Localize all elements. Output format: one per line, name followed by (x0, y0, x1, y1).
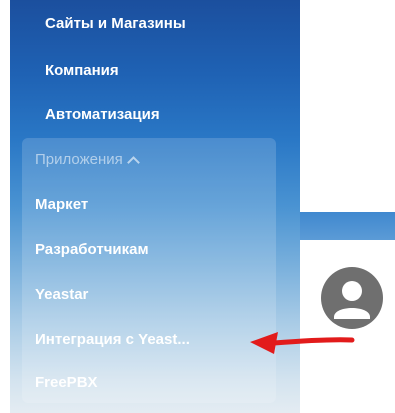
screenshot: Сайты и Магазины Компания Автоматизация … (0, 0, 395, 413)
chevron-up-icon (126, 155, 140, 169)
sidebar-item-label: Маркет (35, 196, 89, 213)
sidebar-item-label: Разработчикам (35, 241, 149, 258)
sidebar-item-automation[interactable]: Автоматизация (45, 105, 160, 125)
header-bar-fragment (300, 212, 395, 240)
sidebar-item-developers[interactable]: Разработчикам (35, 240, 149, 260)
sidebar-item-label: FreePBX (35, 374, 98, 391)
sidebar-group-label: Приложения (35, 151, 123, 168)
sidebar-item-market[interactable]: Маркет (35, 195, 88, 215)
sidebar-group-toggle-applications[interactable]: Приложения (35, 150, 140, 170)
sidebar-item-label: Сайты и Магазины (45, 15, 186, 32)
sidebar-item-company[interactable]: Компания (45, 61, 119, 81)
sidebar-item-yeastar-integration[interactable]: Интеграция с Yeast... (35, 330, 190, 350)
sidebar-item-yeastar[interactable]: Yeastar (35, 285, 88, 305)
sidebar-item-label: Интеграция с Yeast... (35, 331, 190, 348)
red-arrow-icon (250, 332, 355, 354)
sidebar-item-label: Yeastar (35, 286, 89, 303)
sidebar-item-label: Автоматизация (45, 106, 160, 123)
sidebar-item-sites-and-shops[interactable]: Сайты и Магазины (45, 14, 186, 34)
sidebar-item-label: Компания (45, 62, 119, 79)
sidebar-item-freepbx[interactable]: FreePBX (35, 373, 98, 393)
sidebar-group-applications (22, 138, 276, 403)
